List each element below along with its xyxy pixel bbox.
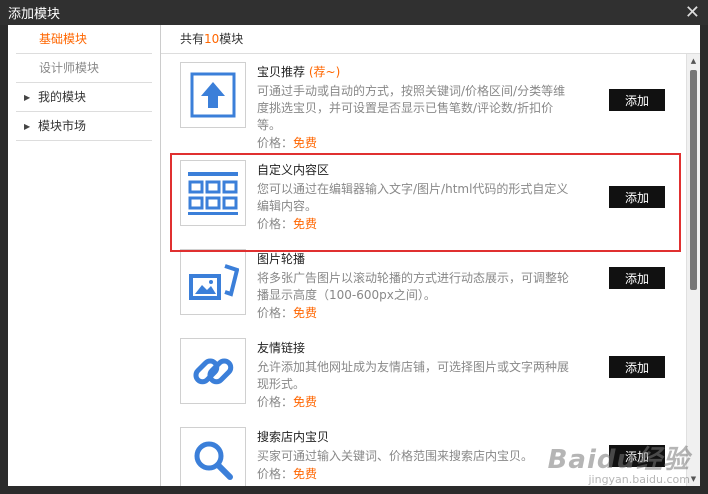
sidebar-item-module-market[interactable]: ▶ 模块市场 [16, 112, 152, 141]
module-price: 价格：免费 [257, 135, 577, 152]
dialog-title: 添加模块 [8, 7, 61, 22]
add-button[interactable]: 添加 [609, 89, 665, 111]
count-prefix: 共有 [180, 32, 205, 46]
module-price: 价格：免费 [257, 305, 577, 322]
caret-right-icon: ▶ [24, 93, 31, 102]
module-count-header: 共有10模块 [161, 25, 700, 54]
list-item: 图片轮播 将多张广告图片以滚动轮播的方式进行动态展示，可调整轮播显示高度（100… [161, 242, 691, 331]
image-slides-icon [189, 264, 239, 300]
module-info: 宝贝推荐 (荐~) 可通过手动或自动的方式，按照关键词/价格区间/分类等维度挑选… [257, 63, 577, 152]
close-icon[interactable]: ✕ [685, 3, 700, 22]
magnifier-icon [194, 441, 233, 480]
module-title: 友情链接 [257, 341, 306, 355]
add-button[interactable]: 添加 [609, 186, 665, 208]
grid-layout-icon [188, 172, 238, 215]
price-label: 价格： [257, 395, 294, 409]
add-button[interactable]: 添加 [609, 267, 665, 289]
sidebar-item-my-modules[interactable]: ▶ 我的模块 [16, 83, 152, 112]
module-description: 允许添加其他网址成为友情店铺，可选择图片或文字两种展现形式。 [257, 360, 570, 391]
sidebar-item-label: 模块市场 [38, 119, 87, 133]
module-list: 宝贝推荐 (荐~) 可通过手动或自动的方式，按照关键词/价格区间/分类等维度挑选… [161, 55, 691, 486]
sidebar-item-label: 我的模块 [38, 90, 87, 104]
module-info: 自定义内容区 您可以通过在编辑器输入文字/图片/html代码的形式自定义编辑内容… [257, 161, 577, 233]
scroll-up-icon[interactable]: ▲ [687, 54, 700, 68]
list-item: 搜索店内宝贝 买家可通过输入关键词、价格范围来搜索店内宝贝。 价格：免费 添加 [161, 420, 691, 486]
module-thumbnail [180, 427, 246, 486]
price-value: 免费 [293, 395, 318, 409]
price-label: 价格： [257, 217, 294, 231]
chain-link-icon [193, 358, 234, 385]
module-title: 搜索店内宝贝 [257, 430, 330, 444]
list-item: 友情链接 允许添加其他网址成为友情店铺，可选择图片或文字两种展现形式。 价格：免… [161, 331, 691, 420]
scroll-thumb[interactable] [690, 70, 697, 290]
module-price: 价格：免费 [257, 394, 577, 411]
module-title: 自定义内容区 [257, 163, 330, 177]
price-label: 价格： [257, 306, 294, 320]
price-value: 免费 [293, 467, 318, 481]
caret-right-icon: ▶ [24, 122, 31, 131]
list-item: 宝贝推荐 (荐~) 可通过手动或自动的方式，按照关键词/价格区间/分类等维度挑选… [161, 55, 691, 153]
module-info: 友情链接 允许添加其他网址成为友情店铺，可选择图片或文字两种展现形式。 价格：免… [257, 339, 577, 411]
module-title-text: 宝贝推荐 [257, 65, 306, 79]
module-price: 价格：免费 [257, 216, 577, 233]
module-description: 您可以通过在编辑器输入文字/图片/html代码的形式自定义编辑内容。 [257, 182, 569, 213]
sidebar-item-label: 设计师模块 [39, 61, 100, 75]
count-number: 10 [204, 32, 220, 46]
price-label: 价格： [257, 136, 294, 150]
sidebar-item-basic-modules[interactable]: 基础模块 [16, 25, 152, 54]
module-info: 图片轮播 将多张广告图片以滚动轮播的方式进行动态展示，可调整轮播显示高度（100… [257, 250, 577, 322]
recommend-tag: (荐~) [308, 65, 341, 79]
sidebar-item-label: 基础模块 [39, 32, 88, 46]
module-title: 图片轮播 [257, 252, 306, 266]
module-thumbnail [180, 249, 246, 315]
upload-arrow-icon [190, 72, 236, 118]
price-value: 免费 [293, 217, 318, 231]
module-list-panel: 共有10模块 宝贝推荐 (荐~) 可通过手动或自动的方式，按照关键词/价格区间/… [161, 25, 700, 486]
price-value: 免费 [293, 306, 318, 320]
vertical-scrollbar[interactable]: ▲ ▼ [686, 54, 700, 486]
add-button[interactable]: 添加 [609, 445, 665, 467]
scroll-down-icon[interactable]: ▼ [687, 472, 700, 486]
dialog-titlebar: 添加模块 ✕ [0, 0, 708, 25]
price-label: 价格： [257, 467, 294, 481]
module-title: 宝贝推荐 (荐~) [257, 63, 577, 81]
module-description: 将多张广告图片以滚动轮播的方式进行动态展示，可调整轮播显示高度（100-600p… [257, 271, 570, 302]
add-button[interactable]: 添加 [609, 356, 665, 378]
dialog-body: 基础模块 设计师模块 ▶ 我的模块 ▶ 模块市场 共有10模块 宝贝推荐 (荐~… [8, 25, 700, 486]
sidebar-item-designer-modules[interactable]: 设计师模块 [16, 54, 152, 83]
module-info: 搜索店内宝贝 买家可通过输入关键词、价格范围来搜索店内宝贝。 价格：免费 [257, 428, 577, 483]
module-thumbnail [180, 338, 246, 404]
list-item: 自定义内容区 您可以通过在编辑器输入文字/图片/html代码的形式自定义编辑内容… [161, 153, 691, 242]
module-description: 可通过手动或自动的方式，按照关键词/价格区间/分类等维度挑选宝贝，并可设置是否显… [257, 84, 566, 132]
module-price: 价格：免费 [257, 466, 577, 483]
add-module-dialog: 添加模块 ✕ 基础模块 设计师模块 ▶ 我的模块 ▶ 模块市场 共有10模块 宝… [0, 0, 708, 494]
module-thumbnail [180, 62, 246, 128]
count-suffix: 模块 [219, 32, 244, 46]
price-value: 免费 [293, 136, 318, 150]
sidebar: 基础模块 设计师模块 ▶ 我的模块 ▶ 模块市场 [8, 25, 161, 486]
module-thumbnail [180, 160, 246, 226]
module-description: 买家可通过输入关键词、价格范围来搜索店内宝贝。 [257, 449, 534, 463]
